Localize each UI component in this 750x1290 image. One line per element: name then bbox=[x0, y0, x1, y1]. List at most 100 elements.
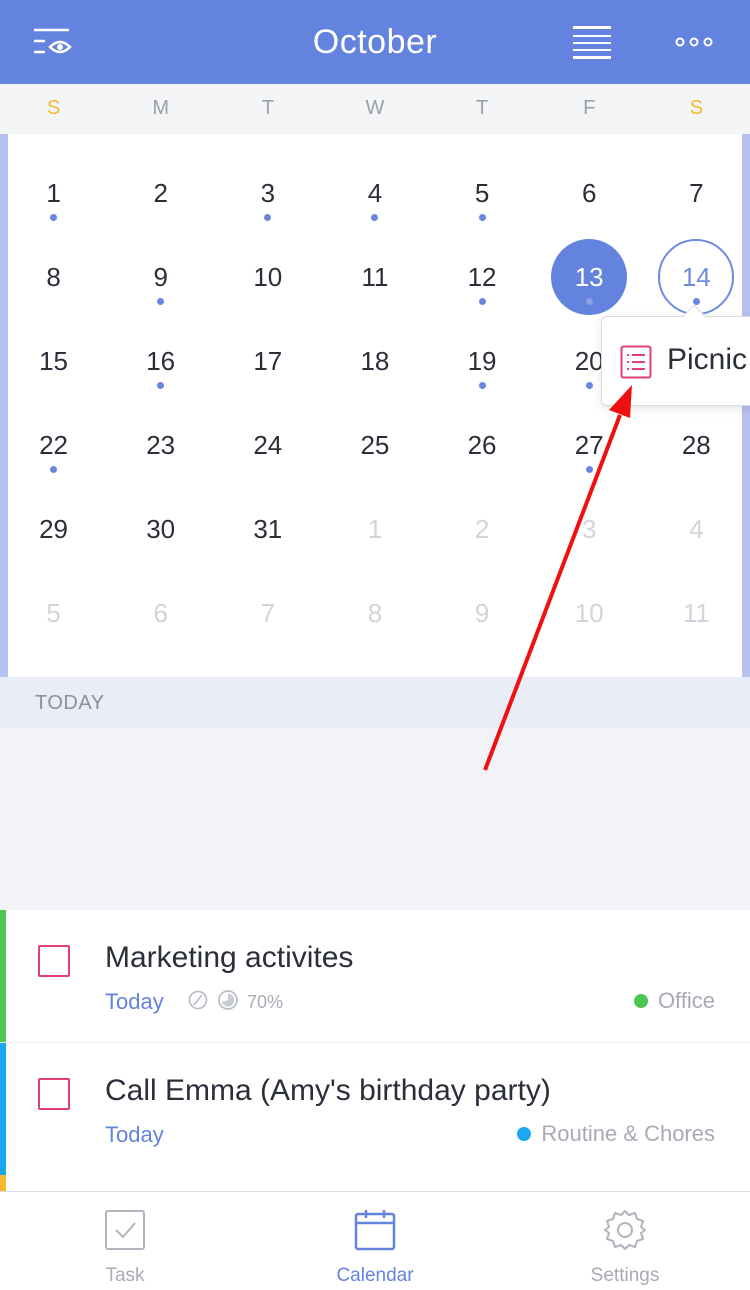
calendar-day-cell[interactable]: 31 bbox=[214, 488, 321, 572]
list-color-stripe bbox=[0, 1043, 6, 1175]
task-checkbox[interactable] bbox=[38, 945, 70, 977]
tab-task[interactable]: Task bbox=[0, 1192, 250, 1290]
task-list-name: Routine & Chores bbox=[541, 1121, 715, 1146]
day-number: 18 bbox=[360, 346, 390, 376]
day-number: 8 bbox=[367, 598, 383, 628]
day-number: 8 bbox=[46, 262, 61, 292]
calendar-day-cell[interactable]: 18 bbox=[321, 320, 428, 404]
task-check-icon bbox=[103, 1208, 147, 1252]
calendar-day-cell[interactable]: 4 bbox=[643, 488, 750, 572]
calendar-day-cell[interactable]: 1 bbox=[321, 488, 428, 572]
calendar-day-cell[interactable]: 7 bbox=[643, 152, 750, 236]
calendar-day-cell[interactable]: 6 bbox=[536, 152, 643, 236]
weekday-header: S M T W T F S bbox=[0, 84, 750, 134]
calendar-day-cell[interactable]: 15 bbox=[0, 320, 107, 404]
day-number: 17 bbox=[253, 346, 283, 376]
day-number: 9 bbox=[474, 598, 490, 628]
calendar-day-cell[interactable]: 26 bbox=[429, 404, 536, 488]
task-row[interactable]: Call Emma (Amy's birthday party) Today R… bbox=[0, 1043, 750, 1176]
repeat-icon bbox=[187, 989, 209, 1016]
task-due-date: Today bbox=[105, 989, 164, 1014]
calendar-day-cell[interactable]: 19 bbox=[429, 320, 536, 404]
task-list-tag: Routine & Chores bbox=[517, 1121, 715, 1147]
day-number: 6 bbox=[153, 598, 168, 628]
list-color-stripe bbox=[0, 1175, 6, 1191]
calendar-day-cell[interactable]: 1 bbox=[0, 152, 107, 236]
calendar-day-cell[interactable]: 13 bbox=[536, 236, 643, 320]
calendar-day-cell[interactable]: 8 bbox=[0, 236, 107, 320]
calendar-day-cell[interactable]: 29 bbox=[0, 488, 107, 572]
event-popup[interactable]: Picnic bbox=[601, 304, 750, 406]
task-meta: 70% bbox=[187, 989, 283, 1015]
event-title: Picnic bbox=[667, 343, 748, 376]
weekday-label: S bbox=[689, 97, 704, 119]
calendar-day-cell[interactable]: 9 bbox=[429, 572, 536, 656]
event-dot bbox=[478, 298, 486, 305]
calendar-day-cell[interactable]: 3 bbox=[536, 488, 643, 572]
list-icon bbox=[620, 345, 652, 379]
task-list-tag: Office bbox=[633, 988, 715, 1014]
calendar-day-cell[interactable]: 2 bbox=[429, 488, 536, 572]
tab-settings[interactable]: Settings bbox=[500, 1192, 750, 1290]
calendar-week-row: 5 6 7 8 9 10 11 bbox=[0, 572, 750, 656]
calendar-day-cell[interactable]: 22 bbox=[0, 404, 107, 488]
today-section-header: TODAY bbox=[0, 677, 750, 728]
calendar-day-cell[interactable]: 24 bbox=[214, 404, 321, 488]
calendar-day-cell[interactable]: 7 bbox=[214, 572, 321, 656]
day-number: 19 bbox=[467, 346, 497, 376]
day-number: 10 bbox=[574, 598, 604, 628]
list-view-icon[interactable] bbox=[566, 18, 618, 66]
day-number: 15 bbox=[39, 346, 69, 376]
month-title[interactable]: October bbox=[0, 0, 750, 84]
event-dot bbox=[478, 214, 486, 221]
calendar-day-cell[interactable]: 8 bbox=[321, 572, 428, 656]
calendar-day-cell[interactable]: 11 bbox=[321, 236, 428, 320]
calendar-week-row: 8 9 10 11 12 13 14 bbox=[0, 236, 750, 320]
next-task-peek[interactable] bbox=[0, 1175, 750, 1191]
day-number: 28 bbox=[681, 430, 711, 460]
calendar-day-cell[interactable]: 11 bbox=[643, 572, 750, 656]
calendar-day-cell[interactable]: 10 bbox=[536, 572, 643, 656]
calendar-week-row: 29 30 31 1 2 3 4 bbox=[0, 488, 750, 572]
weekday-label: T bbox=[261, 97, 274, 119]
calendar-day-cell[interactable]: 9 bbox=[107, 236, 214, 320]
calendar-day-cell[interactable]: 12 bbox=[429, 236, 536, 320]
weekday-label: M bbox=[152, 97, 170, 119]
header-bar: October bbox=[0, 0, 750, 84]
calendar-day-cell[interactable]: 17 bbox=[214, 320, 321, 404]
calendar-day-cell[interactable]: 2 bbox=[107, 152, 214, 236]
event-dot bbox=[264, 214, 272, 221]
calendar-day-cell[interactable]: 30 bbox=[107, 488, 214, 572]
calendar-day-cell[interactable]: 4 bbox=[321, 152, 428, 236]
day-number: 1 bbox=[46, 178, 61, 208]
day-number: 22 bbox=[39, 430, 69, 460]
day-number: 31 bbox=[253, 514, 283, 544]
calendar-day-cell[interactable]: 3 bbox=[214, 152, 321, 236]
calendar-day-cell[interactable]: 5 bbox=[429, 152, 536, 236]
calendar-day-cell[interactable]: 10 bbox=[214, 236, 321, 320]
day-number: 29 bbox=[39, 514, 69, 544]
calendar-day-cell[interactable]: 23 bbox=[107, 404, 214, 488]
day-number: 2 bbox=[474, 514, 490, 544]
more-dots-icon[interactable] bbox=[670, 18, 718, 66]
task-due-date: Today bbox=[105, 1122, 164, 1147]
calendar-day-cell[interactable]: 28 bbox=[643, 404, 750, 488]
day-number: 16 bbox=[146, 346, 176, 376]
event-dot bbox=[585, 382, 593, 389]
task-checkbox[interactable] bbox=[38, 1078, 70, 1110]
bottom-tab-bar: Task Calendar Settings bbox=[0, 1191, 750, 1290]
calendar-day-cell[interactable]: 27 bbox=[536, 404, 643, 488]
task-list-name: Office bbox=[657, 988, 715, 1013]
day-number: 1 bbox=[367, 514, 383, 544]
event-dot bbox=[50, 214, 58, 221]
list-color-dot bbox=[633, 994, 648, 1008]
calendar-day-cell[interactable]: 16 bbox=[107, 320, 214, 404]
calendar-day-cell[interactable]: 5 bbox=[0, 572, 107, 656]
weekday-label: W bbox=[365, 97, 385, 119]
tab-calendar[interactable]: Calendar bbox=[250, 1192, 500, 1290]
calendar-day-cell[interactable]: 6 bbox=[107, 572, 214, 656]
task-row[interactable]: Marketing activites Today 70% Office bbox=[0, 910, 750, 1043]
day-number: 12 bbox=[467, 262, 497, 292]
calendar-day-cell[interactable]: 25 bbox=[321, 404, 428, 488]
day-number: 3 bbox=[260, 178, 276, 208]
